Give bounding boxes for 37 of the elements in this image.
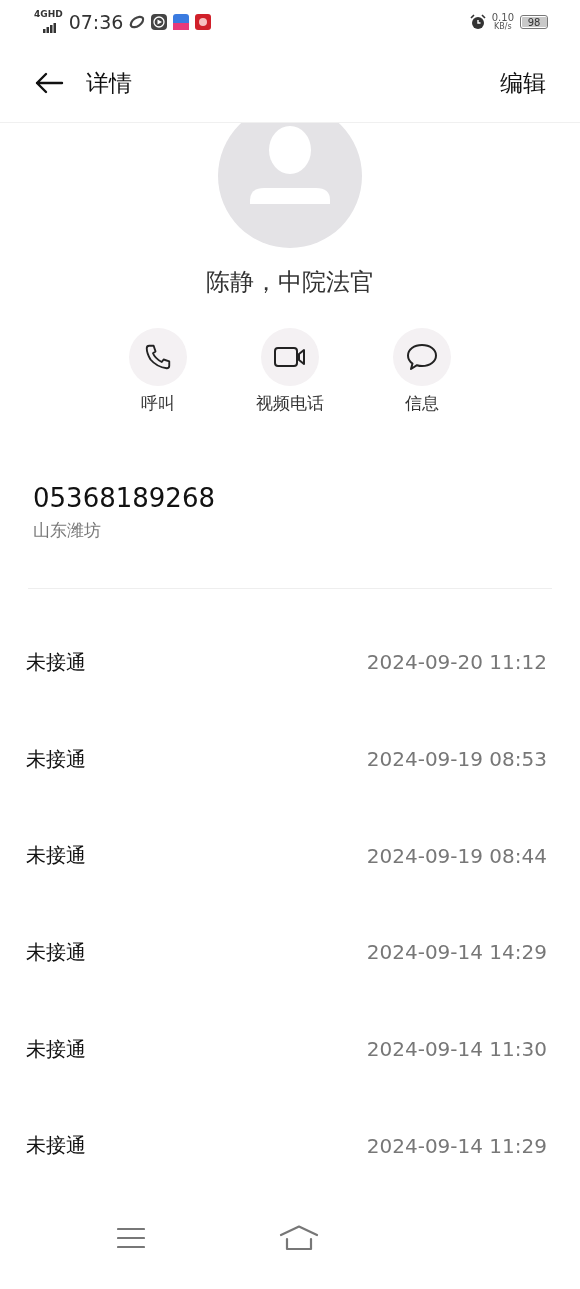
phone-number[interactable]: 05368189268: [33, 483, 547, 513]
page-title: 详情: [86, 68, 133, 98]
message-button[interactable]: 信息: [369, 328, 475, 415]
play-icon: [151, 14, 168, 30]
speed-unit: KB/s: [494, 23, 512, 31]
call-time: 2024-09-14 14:29: [366, 940, 547, 965]
home-icon[interactable]: [279, 1225, 319, 1251]
alarm-icon: [469, 14, 486, 30]
video-camera-icon: [273, 345, 307, 369]
call-time: 2024-09-14 11:30: [366, 1037, 547, 1062]
contact-name: 陈静，中院法官: [205, 267, 375, 298]
phone-icon: [143, 342, 173, 372]
call-status: 未接通: [26, 648, 86, 676]
edit-button[interactable]: 编辑: [500, 67, 546, 99]
call-time: 2024-09-19 08:53: [366, 747, 547, 772]
battery-percentage: 98: [527, 16, 541, 28]
signal-icon: [42, 23, 57, 33]
clock-time: 07:36: [68, 11, 124, 33]
menu-icon[interactable]: [117, 1227, 145, 1249]
call-time: 2024-09-14 11:29: [366, 1133, 547, 1158]
app-notification-icon: [173, 14, 190, 30]
call-status: 未接通: [26, 745, 86, 773]
chat-bubble-icon: [406, 342, 438, 372]
network-speed: 0.10: [491, 13, 514, 23]
number-location: 山东潍坊: [33, 519, 102, 542]
call-time: 2024-09-20 11:12: [366, 650, 547, 675]
call-status: 未接通: [26, 1035, 86, 1063]
video-button[interactable]: 视频电话: [237, 328, 343, 415]
network-indicator: 4GHD: [34, 9, 63, 19]
back-icon[interactable]: [34, 72, 64, 94]
call-time: 2024-09-19 08:44: [366, 843, 547, 868]
call-status: 未接通: [26, 842, 86, 870]
app-notification-icon: [195, 14, 212, 30]
call-status: 未接通: [26, 938, 86, 966]
app-notification-icon: [129, 14, 146, 30]
call-status: 未接通: [26, 1132, 86, 1160]
call-button[interactable]: 呼叫: [105, 328, 211, 415]
